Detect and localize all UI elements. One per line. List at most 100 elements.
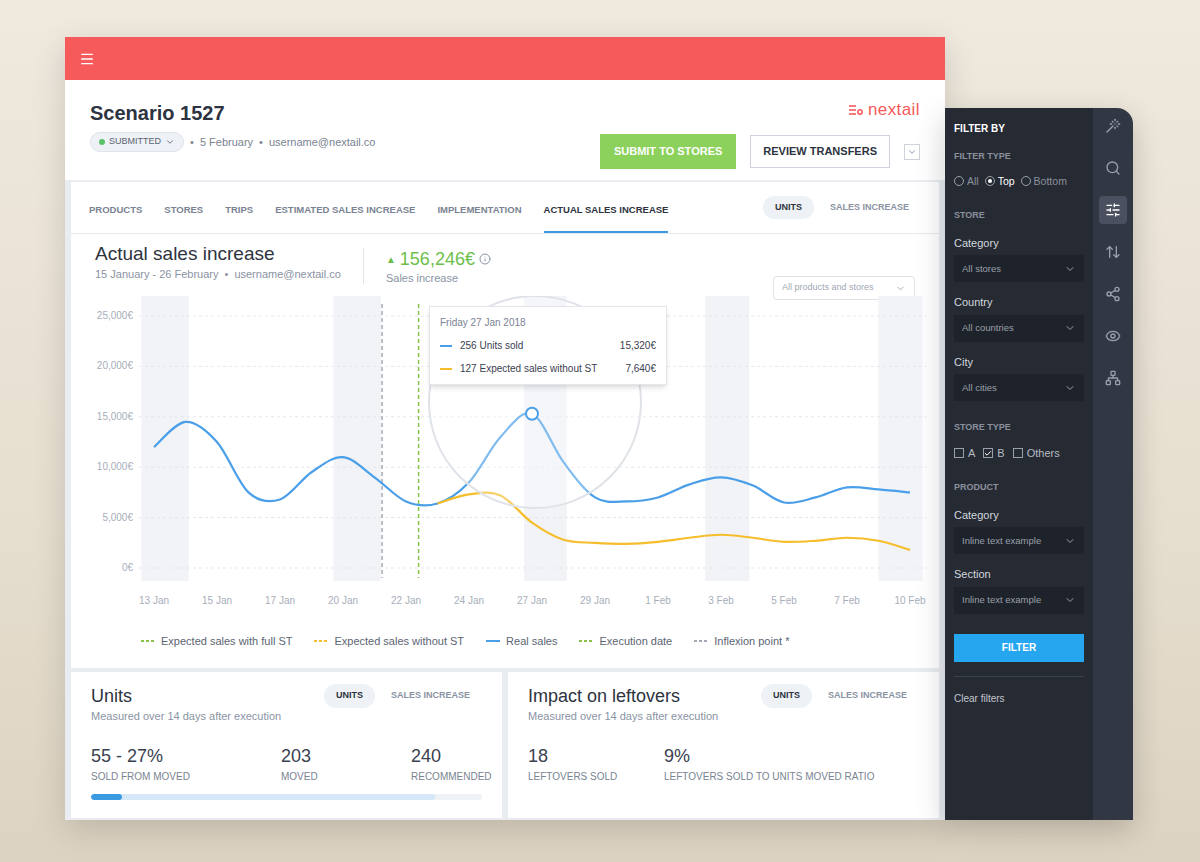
legend-label: Expected sales with full ST: [161, 633, 292, 650]
hamburger-menu-icon[interactable]: [79, 51, 95, 67]
filter-select[interactable]: Inline text example: [954, 587, 1084, 614]
x-tick-label: 24 Jan: [454, 595, 484, 606]
progress-fill: [91, 794, 122, 800]
info-icon[interactable]: [479, 253, 491, 265]
section-label: STORE TYPE: [954, 421, 1084, 435]
radio-label: All: [967, 174, 979, 190]
card-header: Impact on leftoversMeasured over 14 days…: [528, 684, 919, 725]
legend-swatch-icon: [141, 639, 155, 643]
series-swatch: [440, 368, 452, 370]
delta-value: 156,246€: [400, 248, 475, 270]
select-value: All countries: [962, 321, 1014, 335]
top-bar: [65, 37, 945, 80]
y-tick-label: 5,000€: [102, 512, 133, 523]
toggle-option[interactable]: SALES INCREASE: [379, 684, 482, 708]
legend-item: Expected sales without ST: [314, 633, 464, 650]
tab-bar: PRODUCTS STORES TRIPS ESTIMATED SALES INCRE…: [71, 182, 939, 234]
series-swatch: [440, 345, 452, 347]
chart-legend: Expected sales with full ST Expected sale…: [71, 626, 939, 656]
x-tick-label: 5 Feb: [771, 595, 797, 606]
clear-filters-link[interactable]: Clear filters: [954, 691, 1084, 706]
checkbox-option[interactable]: A: [954, 445, 975, 462]
filter-select[interactable]: Inline text example: [954, 527, 1084, 554]
tab[interactable]: ACTUAL SALES INCREASE: [544, 203, 669, 233]
tooltip-label: 256 Units sold: [460, 338, 523, 353]
checkbox-label: A: [968, 445, 975, 462]
y-tick-label: 20,000€: [97, 360, 134, 371]
delta-arrow: ▲: [386, 252, 396, 267]
review-transfers-button[interactable]: REVIEW TRANSFERS: [750, 135, 890, 168]
card-subtitle: Measured over 14 days after execution: [91, 708, 281, 725]
toggle-option[interactable]: SALES INCREASE: [818, 196, 921, 220]
legend-item: Real sales: [486, 633, 557, 650]
delta-row: ▲ 156,246€: [386, 248, 491, 270]
checkbox-option[interactable]: B: [983, 445, 1004, 462]
checkbox-option[interactable]: Others: [1013, 445, 1060, 462]
toggle-option[interactable]: SALES INCREASE: [816, 684, 919, 708]
legend-item: Expected sales with full ST: [141, 633, 292, 650]
rail-button[interactable]: [1099, 364, 1127, 392]
data-point[interactable]: [526, 408, 538, 420]
legend-swatch-icon: [579, 639, 593, 643]
scenario-title: Scenario 1527: [90, 100, 376, 126]
rail-button[interactable]: [1099, 196, 1127, 224]
magic-wand-icon: [1105, 118, 1121, 134]
progress-bar: [91, 794, 482, 800]
stat: 240RECOMMENDED: [411, 745, 492, 784]
toggle-option[interactable]: UNITS: [763, 196, 814, 220]
card-title: Units: [91, 684, 281, 708]
x-tick-label: 17 Jan: [265, 595, 295, 606]
chevron-down-icon: [165, 137, 175, 147]
sales-chart: 25,000€20,000€15,000€10,000€5,000€0€13 J…: [77, 296, 937, 626]
toggle-option[interactable]: UNITS: [324, 684, 375, 708]
rail-button[interactable]: [1099, 238, 1127, 266]
eye-icon: [1105, 328, 1121, 344]
marker-line: [418, 304, 420, 578]
filter-select[interactable]: All cities: [954, 374, 1084, 401]
tab[interactable]: PRODUCTS: [89, 203, 142, 233]
scope-value: All products and stores: [782, 281, 874, 295]
x-tick-label: 29 Jan: [580, 595, 610, 606]
tab[interactable]: IMPLEMENTATION: [437, 203, 521, 233]
radio-circle: [1021, 176, 1031, 186]
chart-card: PRODUCTS STORES TRIPS ESTIMATED SALES INCRE…: [71, 182, 939, 668]
weekend-band: [879, 296, 923, 581]
store-photo-background: Scenario 1527SUBMITTED•5 February•userna…: [0, 0, 1200, 862]
filter-button[interactable]: FILTER: [954, 634, 1084, 662]
filter-panel: FILTER BYFILTER TYPEAllTopBottomSTORECat…: [945, 108, 1093, 820]
view-toggle: UNITSSALES INCREASE: [324, 684, 482, 708]
y-tick: 0€: [122, 562, 927, 573]
status-badge[interactable]: SUBMITTED: [90, 132, 184, 152]
grid-line: [139, 517, 927, 518]
select-value: All cities: [962, 381, 997, 395]
tab[interactable]: ESTIMATED SALES INCREASE: [275, 203, 415, 233]
y-tick-label: 25,000€: [97, 310, 134, 321]
tab[interactable]: STORES: [164, 203, 203, 233]
y-tick-label: 0€: [122, 562, 134, 573]
rail-button[interactable]: [1099, 154, 1127, 182]
radio-label: Top: [998, 174, 1015, 190]
card-subtitle: Measured over 14 days after execution: [528, 708, 718, 725]
submit-to-stores-button[interactable]: SUBMIT TO STORES: [600, 134, 736, 169]
more-actions-button[interactable]: [904, 144, 920, 160]
stat-label: SOLD FROM MOVED: [91, 769, 281, 784]
filter-title: FILTER BY: [954, 121, 1084, 136]
view-toggle: UNITSSALES INCREASE: [761, 684, 919, 708]
x-tick-label: 27 Jan: [517, 595, 547, 606]
stat-label: LEFTOVERS SOLD: [528, 769, 664, 784]
radio-option[interactable]: All: [954, 174, 979, 190]
scenario-header: Scenario 1527SUBMITTED•5 February•userna…: [65, 80, 945, 180]
radio-option[interactable]: Top: [985, 174, 1015, 190]
icon-rail: [1093, 108, 1133, 820]
rail-button[interactable]: [1099, 280, 1127, 308]
rail-button[interactable]: [1099, 322, 1127, 350]
radio-option[interactable]: Bottom: [1021, 174, 1067, 190]
toggle-option[interactable]: UNITS: [761, 684, 812, 708]
y-tick-label: 10,000€: [97, 461, 134, 472]
field-label: Section: [954, 566, 1084, 583]
rail-button[interactable]: [1099, 112, 1127, 140]
filter-select[interactable]: All countries: [954, 315, 1084, 342]
tab[interactable]: TRIPS: [225, 203, 253, 233]
legend-item: Execution date: [579, 633, 672, 650]
filter-select[interactable]: All stores: [954, 255, 1084, 282]
